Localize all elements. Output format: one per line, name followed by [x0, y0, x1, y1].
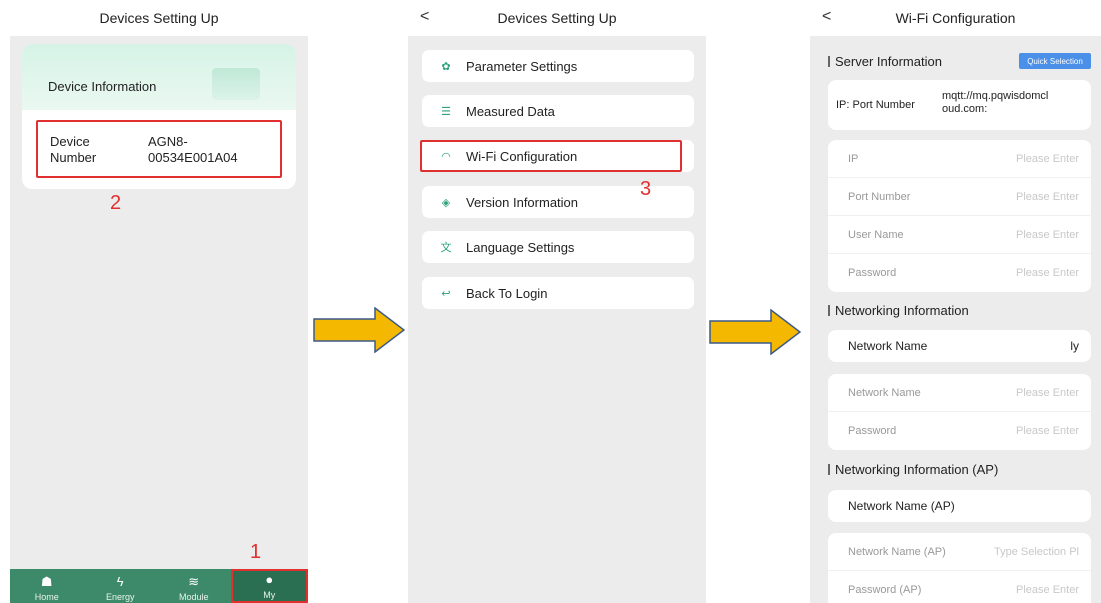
device-number-label: Device Number	[50, 134, 97, 165]
top-bar: Devices Setting Up	[10, 0, 308, 36]
menu-item-label: Version Information	[466, 194, 579, 210]
nav-module[interactable]: ≋ Module	[157, 569, 231, 603]
translate-icon: 文	[440, 242, 452, 254]
network-password-field[interactable]: Password Please Enter	[828, 412, 1091, 450]
ip-field[interactable]: IP Please Enter	[828, 140, 1091, 178]
section-bar	[828, 464, 830, 475]
screen-devices-home: Devices Setting Up Device Information De…	[10, 0, 308, 603]
back-icon[interactable]: <	[420, 8, 429, 26]
section-server-information: Server Information	[828, 54, 942, 69]
menu-version-information[interactable]: ◈ Version Information	[422, 186, 694, 218]
user-icon: ●	[265, 572, 274, 587]
ap-fields-card: Network Name (AP) Type Selection Pl Passw…	[828, 533, 1091, 603]
nav-energy-label: Energy	[105, 592, 135, 602]
server-fields-card: IP Please Enter Port Number Please Enter U…	[828, 140, 1091, 292]
ap-password-field[interactable]: Password (AP) Please Enter	[828, 571, 1091, 603]
device-number-value: AGN8- 00534E001A04	[148, 134, 238, 165]
logout-icon: ↩	[441, 287, 451, 300]
ip-port-label: IP: Port Number	[836, 99, 915, 111]
lightning-icon: ϟ	[116, 574, 124, 589]
sliders-icon: ☰	[441, 105, 451, 118]
network-name-field[interactable]: Network Name Please Enter	[828, 374, 1091, 412]
section-bar	[828, 305, 830, 316]
ap-network-name-field[interactable]: Network Name (AP) Type Selection Pl	[828, 533, 1091, 571]
nav-home-label: Home	[34, 592, 59, 602]
top-bar: < Wi-Fi Configuration	[810, 0, 1101, 36]
bottom-nav: ☗ Home ϟ Energy ≋ Module ● My	[10, 569, 308, 603]
section-bar	[828, 56, 830, 67]
page-title: Devices Setting Up	[99, 10, 219, 26]
flow-arrow-2	[709, 309, 801, 355]
ip-port-value: mqtt://mq.pqwisdomcl oud.com:	[942, 90, 1049, 115]
gear-icon: ✿	[441, 60, 451, 73]
device-info-card[interactable]: Device Information Device Number AGN8- 0…	[22, 44, 296, 189]
section-networking-information: Networking Information	[828, 303, 969, 318]
layers-icon: ◈	[441, 196, 451, 209]
network-name-label: Network Name	[848, 339, 928, 353]
nav-my-label: My	[263, 590, 276, 600]
ap-network-name-label: Network Name (AP)	[848, 499, 955, 513]
ap-network-name-row[interactable]: Network Name (AP)	[828, 490, 1091, 522]
page-title: Wi-Fi Configuration	[895, 10, 1016, 26]
device-illustration	[212, 68, 260, 100]
user-name-field[interactable]: User Name Please Enter	[828, 216, 1091, 254]
menu-item-label: Parameter Settings	[466, 58, 578, 74]
nav-module-label: Module	[178, 592, 209, 602]
network-name-value: ly	[1070, 339, 1079, 353]
menu-measured-data[interactable]: ☰ Measured Data	[422, 95, 694, 127]
network-name-select[interactable]: Network Name ly	[828, 330, 1091, 362]
menu-item-label: Language Settings	[466, 239, 575, 255]
step-marker-3: 3	[640, 178, 652, 200]
nav-energy[interactable]: ϟ Energy	[84, 569, 158, 603]
highlight-wifi-configuration	[420, 140, 682, 172]
back-icon[interactable]: <	[822, 8, 831, 26]
step-marker-1: 1	[250, 541, 262, 563]
port-number-field[interactable]: Port Number Please Enter	[828, 178, 1091, 216]
network-fields-card: Network Name Please Enter Password Please …	[828, 374, 1091, 450]
password-field[interactable]: Password Please Enter	[828, 254, 1091, 292]
nav-home[interactable]: ☗ Home	[10, 569, 84, 603]
menu-parameter-settings[interactable]: ✿ Parameter Settings	[422, 50, 694, 82]
ip-port-row[interactable]: IP: Port Number mqtt://mq.pqwisdomcl oud…	[828, 80, 1091, 130]
flow-arrow-1	[313, 307, 405, 353]
menu-item-label: Back To Login	[466, 285, 548, 301]
top-bar: < Devices Setting Up	[408, 0, 706, 36]
home-icon: ☗	[40, 574, 53, 589]
device-card-title: Device Information	[48, 79, 157, 94]
device-number-row: Device Number AGN8- 00534E001A04	[36, 120, 282, 178]
section-networking-information-ap: Networking Information (AP)	[828, 462, 998, 477]
page-title: Devices Setting Up	[497, 10, 617, 26]
screen-device-settings-menu: < Devices Setting Up ✿ Parameter Setting…	[408, 0, 706, 603]
step-marker-2: 2	[110, 192, 122, 214]
layers-icon: ≋	[188, 574, 200, 589]
menu-back-to-login[interactable]: ↩ Back To Login	[422, 277, 694, 309]
quick-selection-button[interactable]: Quick Selection	[1019, 53, 1091, 69]
nav-my[interactable]: ● My	[230, 569, 308, 603]
menu-item-label: Measured Data	[466, 103, 555, 119]
device-card-header: Device Information	[22, 44, 296, 110]
menu-language-settings[interactable]: 文 Language Settings	[422, 231, 694, 263]
screen-wifi-configuration: < Wi-Fi Configuration Server Information…	[810, 0, 1101, 603]
